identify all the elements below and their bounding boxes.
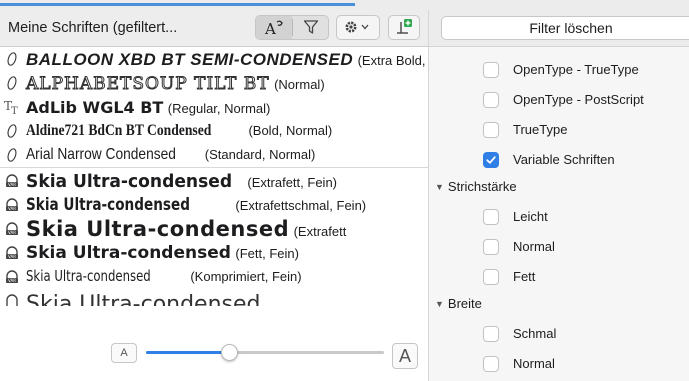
filter-group-width[interactable]: ▼ Breite <box>435 296 482 316</box>
filter-option-label: Fett <box>513 269 536 284</box>
filter-toolbar: Filter löschen <box>429 10 689 47</box>
svg-text:A: A <box>264 20 276 37</box>
font-name: Aldine721 BdCn BT Condensed <box>26 122 212 139</box>
variable-font-icon: VAR <box>4 220 20 236</box>
list-item[interactable]: Aldine721 BdCn BT Condensed (Bold, Norma… <box>0 119 428 143</box>
filter-option-label: Leicht <box>513 209 548 224</box>
filter-option-label: Schmal <box>513 326 557 341</box>
font-name: Skia Ultra-condensed <box>26 292 261 306</box>
font-name: Skia Ultra-condensed <box>26 217 290 240</box>
list-item[interactable]: ALPHABETSOUP TILT BT (Normal) <box>0 71 428 95</box>
checkbox[interactable] <box>483 92 499 108</box>
font-style: (Extrafettschmal, Fein) <box>235 198 367 213</box>
font-style: (Standard, Normal) <box>204 147 316 162</box>
preview-size-bar: A A <box>0 339 428 381</box>
variable-font-icon: VAR <box>4 268 20 284</box>
opentype-icon <box>4 51 20 67</box>
list-item[interactable]: VAR Skia Ultra-condensed (Komprimiert, F… <box>0 264 428 288</box>
svg-text:VAR: VAR <box>8 254 16 259</box>
progress-indicator <box>0 3 355 6</box>
font-list-pane: Meine Schriften (gefiltert... A BALLOON … <box>0 10 433 381</box>
filter-option-label: TrueType <box>513 122 568 137</box>
checkbox-checked[interactable] <box>483 152 499 168</box>
list-item[interactable]: VAR Skia Ultra-condensed (Extrafett <box>0 216 428 240</box>
size-slider-knob[interactable] <box>221 344 239 361</box>
filter-option-label: Normal <box>513 239 555 254</box>
checkbox[interactable] <box>483 209 499 225</box>
variable-font-icon: VAR <box>4 244 20 260</box>
disclosure-triangle-icon[interactable]: ▼ <box>435 299 444 309</box>
action-menu-button[interactable] <box>336 15 380 40</box>
variable-font-icon: VAR <box>4 196 20 212</box>
font-name: ALPHABETSOUP TILT BT <box>26 74 270 95</box>
list-item[interactable]: Skia Ultra-condensed <box>0 288 428 306</box>
font-style: (Fett, Fein) <box>235 246 299 261</box>
font-name: Skia Ultra-condensed <box>26 243 231 263</box>
size-slider-fill <box>146 351 230 354</box>
font-style: (Normal) <box>274 77 325 92</box>
checkbox[interactable] <box>483 62 499 78</box>
variable-font-icon <box>4 292 20 306</box>
font-style: (Extrafett <box>293 224 347 239</box>
truetype-icon: TT <box>4 99 20 117</box>
add-to-collection-icon <box>397 19 412 34</box>
svg-text:T: T <box>11 106 18 115</box>
filter-option-label: OpenType - TrueType <box>513 62 639 77</box>
clear-filter-button[interactable]: Filter löschen <box>441 16 689 40</box>
filter-option-label: Variable Schriften <box>513 152 615 167</box>
font-style: (Extrafett, Fein) <box>247 175 337 190</box>
checkbox[interactable] <box>483 326 499 342</box>
size-slider[interactable] <box>146 351 384 354</box>
font-style: (Komprimiert, Fein) <box>190 269 302 284</box>
svg-text:VAR: VAR <box>8 182 16 187</box>
list-item[interactable]: TT AdLib WGL4 BT (Regular, Normal) <box>0 95 428 119</box>
window-top-strip <box>0 0 689 10</box>
filter-option-label: Normal <box>513 356 555 371</box>
opentype-icon <box>4 75 20 91</box>
font-name: Skia Ultra-condensed <box>26 171 233 192</box>
checkbox[interactable] <box>483 239 499 255</box>
list-item[interactable]: VAR Skia Ultra-condensed (Fett, Fein) <box>0 240 428 264</box>
filter-option-label: OpenType - PostScript <box>513 92 644 107</box>
font-name: BALLOON XBD BT SEMI-CONDENSED <box>26 50 354 69</box>
variable-font-icon: VAR <box>4 172 20 188</box>
filter-sidebar: Filter löschen OpenType - TrueType OpenT… <box>429 10 689 381</box>
checkmark-icon <box>486 156 496 164</box>
gear-icon <box>345 21 369 33</box>
font-style: (Bold, Normal) <box>248 123 333 138</box>
font-list-toolbar: Meine Schriften (gefiltert... A <box>0 10 428 47</box>
font-name: Skia Ultra-condensed <box>26 267 151 285</box>
font-style: (Extra Bold, N <box>357 53 428 68</box>
font-preview-icon: A <box>264 20 283 38</box>
list-item[interactable]: Arial Narrow Condensed (Standard, Normal… <box>0 143 428 167</box>
disclosure-triangle-icon[interactable]: ▼ <box>435 182 444 192</box>
view-segmented-control: A <box>255 15 329 40</box>
opentype-icon <box>4 147 20 163</box>
size-increase-button[interactable]: A <box>392 343 418 369</box>
filter-group-heading: Breite <box>447 296 482 311</box>
list-item[interactable]: BALLOON XBD BT SEMI-CONDENSED (Extra Bol… <box>0 47 428 71</box>
font-style: (Regular, Normal) <box>167 101 271 116</box>
checkbox[interactable] <box>483 122 499 138</box>
add-font-button[interactable] <box>388 15 420 40</box>
filter-toggle[interactable] <box>293 16 329 39</box>
font-preview-toggle[interactable]: A <box>256 16 292 39</box>
font-name: Skia Ultra-condensed <box>26 195 190 215</box>
list-item[interactable]: VAR Skia Ultra-condensed (Extrafettschma… <box>0 192 428 216</box>
size-decrease-button[interactable]: A <box>111 343 137 363</box>
checkbox[interactable] <box>483 356 499 372</box>
filter-group-heading: Strichstärke <box>447 179 517 194</box>
svg-text:VAR: VAR <box>8 230 16 235</box>
checkbox[interactable] <box>483 269 499 285</box>
opentype-icon <box>4 123 20 139</box>
font-name: Arial Narrow Condensed <box>26 146 176 163</box>
list-item[interactable]: VAR Skia Ultra-condensed (Extrafett, Fei… <box>0 168 428 192</box>
svg-text:VAR: VAR <box>8 278 16 283</box>
font-name: AdLib WGL4 BT <box>26 98 164 117</box>
svg-text:VAR: VAR <box>8 206 16 211</box>
collection-title: Meine Schriften (gefiltert... <box>8 20 178 36</box>
filter-group-weight[interactable]: ▼ Strichstärke <box>435 179 517 199</box>
filter-funnel-icon <box>303 20 319 34</box>
